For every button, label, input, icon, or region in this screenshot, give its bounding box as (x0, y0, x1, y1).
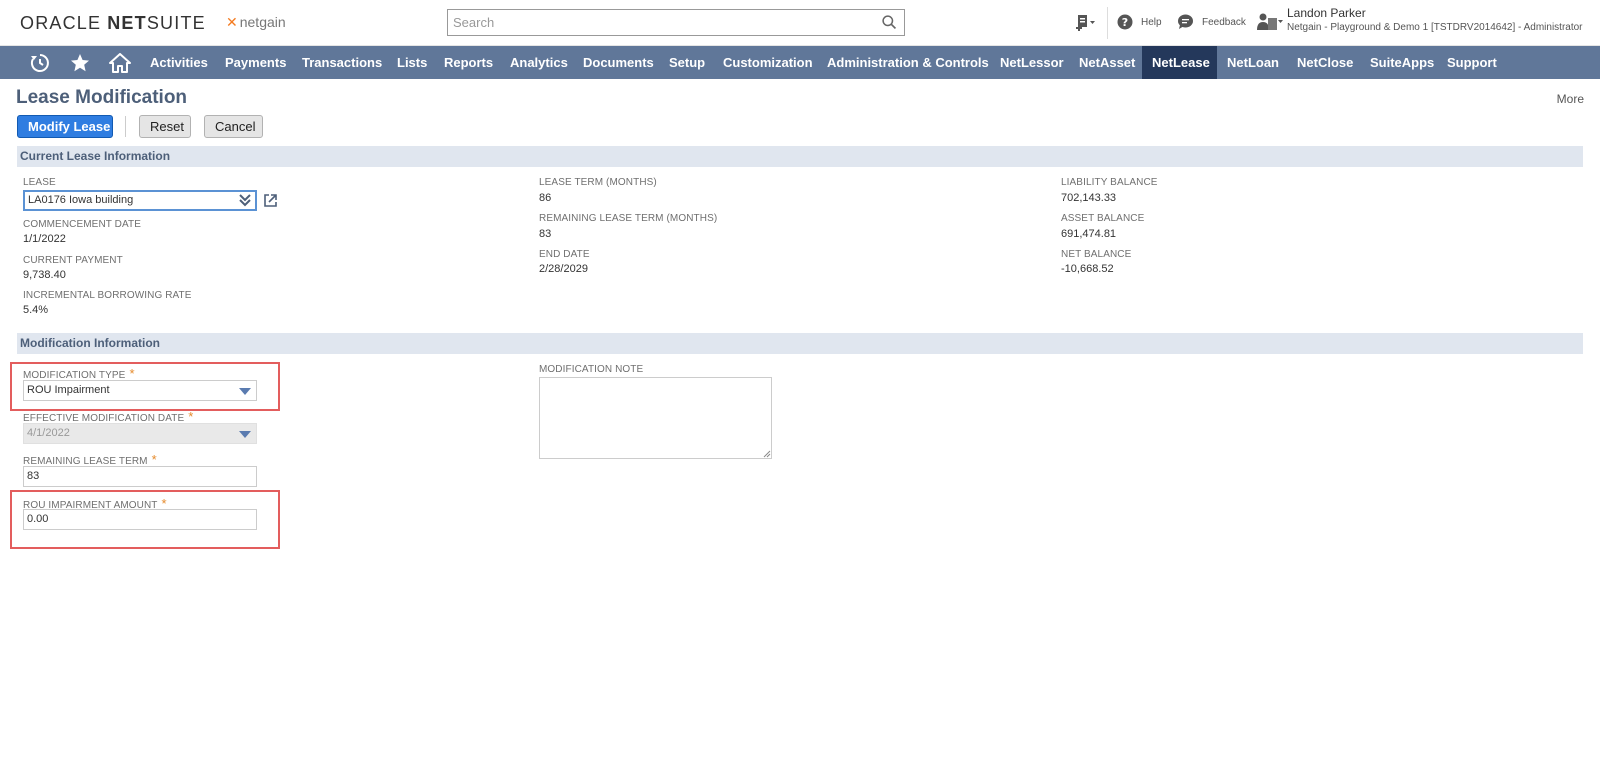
remaining-lease-term-months-value: 83 (539, 228, 552, 240)
reset-button[interactable]: Reset (139, 115, 191, 138)
page-title: Lease Modification (16, 87, 188, 108)
nav-netlease[interactable]: NetLease (1142, 46, 1217, 79)
star-icon (71, 53, 89, 71)
oracle-netsuite-logo[interactable]: ORACLE NETSUITE (20, 13, 206, 34)
resize-grip-icon[interactable] (763, 450, 771, 458)
remaining-lease-term-input[interactable]: 83 (23, 466, 257, 487)
rou-impairment-amount-input[interactable]: 0.00 (23, 509, 257, 530)
recent-icon (30, 53, 49, 72)
liability-balance-value: 702,143.33 (1061, 192, 1117, 204)
home-icon (109, 52, 131, 73)
modification-type-value: ROU Impairment (27, 384, 110, 396)
current-payment-value: 9,738.40 (23, 269, 66, 281)
help-link[interactable]: ? Help (1117, 14, 1162, 30)
brand-net: NET (107, 13, 147, 33)
nav-transactions[interactable]: Transactions (292, 46, 392, 79)
remaining-lease-term-months-label: REMAINING LEASE TERM (MONTHS) (539, 213, 718, 224)
lease-value: LA0176 Iowa building (28, 194, 134, 206)
netgain-logo: ✕ netgain (226, 14, 286, 31)
incremental-borrowing-rate-label: INCREMENTAL BORROWING RATE (23, 290, 192, 301)
net-balance-value: -10,668.52 (1061, 263, 1114, 275)
net-balance-label: NET BALANCE (1061, 249, 1132, 260)
effective-modification-date-value: 4/1/2022 (27, 427, 70, 439)
open-record-icon[interactable] (263, 193, 278, 208)
double-chevron-down-icon[interactable] (239, 193, 251, 207)
svg-text:?: ? (1122, 16, 1128, 29)
end-date-label: END DATE (539, 249, 590, 260)
button-divider (125, 116, 126, 137)
help-label: Help (1141, 16, 1162, 28)
chevron-down-icon[interactable] (239, 388, 251, 395)
lease-term-label: LEASE TERM (MONTHS) (539, 177, 657, 188)
header-divider (1107, 7, 1108, 39)
current-payment-label: CURRENT PAYMENT (23, 255, 123, 266)
chevron-down-icon (239, 431, 251, 438)
commencement-date-value: 1/1/2022 (23, 233, 66, 245)
required-marker: * (129, 366, 135, 381)
modification-type-select[interactable]: ROU Impairment (23, 380, 257, 401)
more-link[interactable]: More (1557, 92, 1584, 106)
nav-payments[interactable]: Payments (215, 46, 296, 79)
nav-recent[interactable] (22, 46, 58, 79)
nav-analytics[interactable]: Analytics (500, 46, 578, 79)
nav-netlessor[interactable]: NetLessor (990, 46, 1074, 79)
search-input[interactable] (448, 10, 868, 35)
help-icon: ? (1117, 14, 1133, 30)
effective-modification-date-select: 4/1/2022 (23, 423, 257, 444)
asset-balance-value: 691,474.81 (1061, 228, 1117, 240)
netgain-text: netgain (239, 14, 286, 30)
lease-term-value: 86 (539, 192, 552, 204)
modification-type-label: MODIFICATION TYPE * (23, 366, 135, 381)
cancel-button[interactable]: Cancel (204, 115, 263, 138)
nav-netasset[interactable]: NetAsset (1069, 46, 1145, 79)
commencement-date-label: COMMENCEMENT DATE (23, 219, 141, 230)
lease-label: LEASE (23, 177, 56, 188)
nav-activities[interactable]: Activities (140, 46, 218, 79)
main-navigation: Activities Payments Transactions Lists R… (0, 46, 1600, 79)
end-date-value: 2/28/2029 (539, 263, 588, 275)
user-menu[interactable]: Landon Parker Netgain - Playground & Dem… (1256, 6, 1583, 33)
modification-section-header[interactable]: Modification Information (17, 333, 1583, 354)
create-new-icon (1076, 15, 1095, 31)
modification-note-label: MODIFICATION NOTE (539, 364, 644, 375)
global-search[interactable] (447, 9, 905, 36)
nav-netclose[interactable]: NetClose (1287, 46, 1363, 79)
modify-lease-button[interactable]: Modify Lease (17, 115, 113, 138)
user-role-icon (1257, 13, 1283, 30)
nav-support[interactable]: Support (1437, 46, 1507, 79)
create-new-menu[interactable] (1075, 13, 1097, 33)
feedback-label: Feedback (1202, 16, 1246, 28)
nav-lists[interactable]: Lists (387, 46, 437, 79)
liability-balance-label: LIABILITY BALANCE (1061, 177, 1158, 188)
required-marker: * (188, 409, 194, 424)
nav-netloan[interactable]: NetLoan (1217, 46, 1289, 79)
nav-favorites[interactable] (62, 46, 98, 79)
nav-suiteapps[interactable]: SuiteApps (1360, 46, 1444, 79)
remaining-lease-term-label: REMAINING LEASE TERM * (23, 452, 157, 467)
top-header: ORACLENETSUITE ✕netgain ? Help (0, 0, 1600, 46)
nav-setup[interactable]: Setup (659, 46, 715, 79)
incremental-borrowing-rate-value: 5.4% (23, 304, 49, 316)
nav-customization[interactable]: Customization (713, 46, 823, 79)
brand-oracle: ORACLE (20, 13, 102, 33)
modification-note-textarea[interactable] (539, 377, 772, 459)
effective-modification-date-label: EFFECTIVE MODIFICATION DATE * (23, 409, 193, 424)
user-account: Netgain - Playground & Demo 1 [TSTDRV201… (1287, 22, 1583, 33)
search-icon[interactable] (881, 14, 898, 31)
user-name: Landon Parker (1287, 6, 1366, 20)
nav-home[interactable] (102, 46, 138, 79)
brand-suite: SUITE (146, 13, 206, 33)
current-lease-section-header[interactable]: Current Lease Information (17, 146, 1583, 167)
asset-balance-label: ASSET BALANCE (1061, 213, 1145, 224)
feedback-icon (1178, 14, 1193, 29)
netgain-mark-icon: ✕ (226, 14, 238, 30)
nav-administration-controls[interactable]: Administration & Controls (817, 46, 999, 79)
feedback-link[interactable]: Feedback (1177, 14, 1246, 30)
nav-reports[interactable]: Reports (434, 46, 503, 79)
required-marker: * (151, 452, 157, 467)
nav-documents[interactable]: Documents (573, 46, 664, 79)
lease-select[interactable]: LA0176 Iowa building (23, 190, 257, 211)
